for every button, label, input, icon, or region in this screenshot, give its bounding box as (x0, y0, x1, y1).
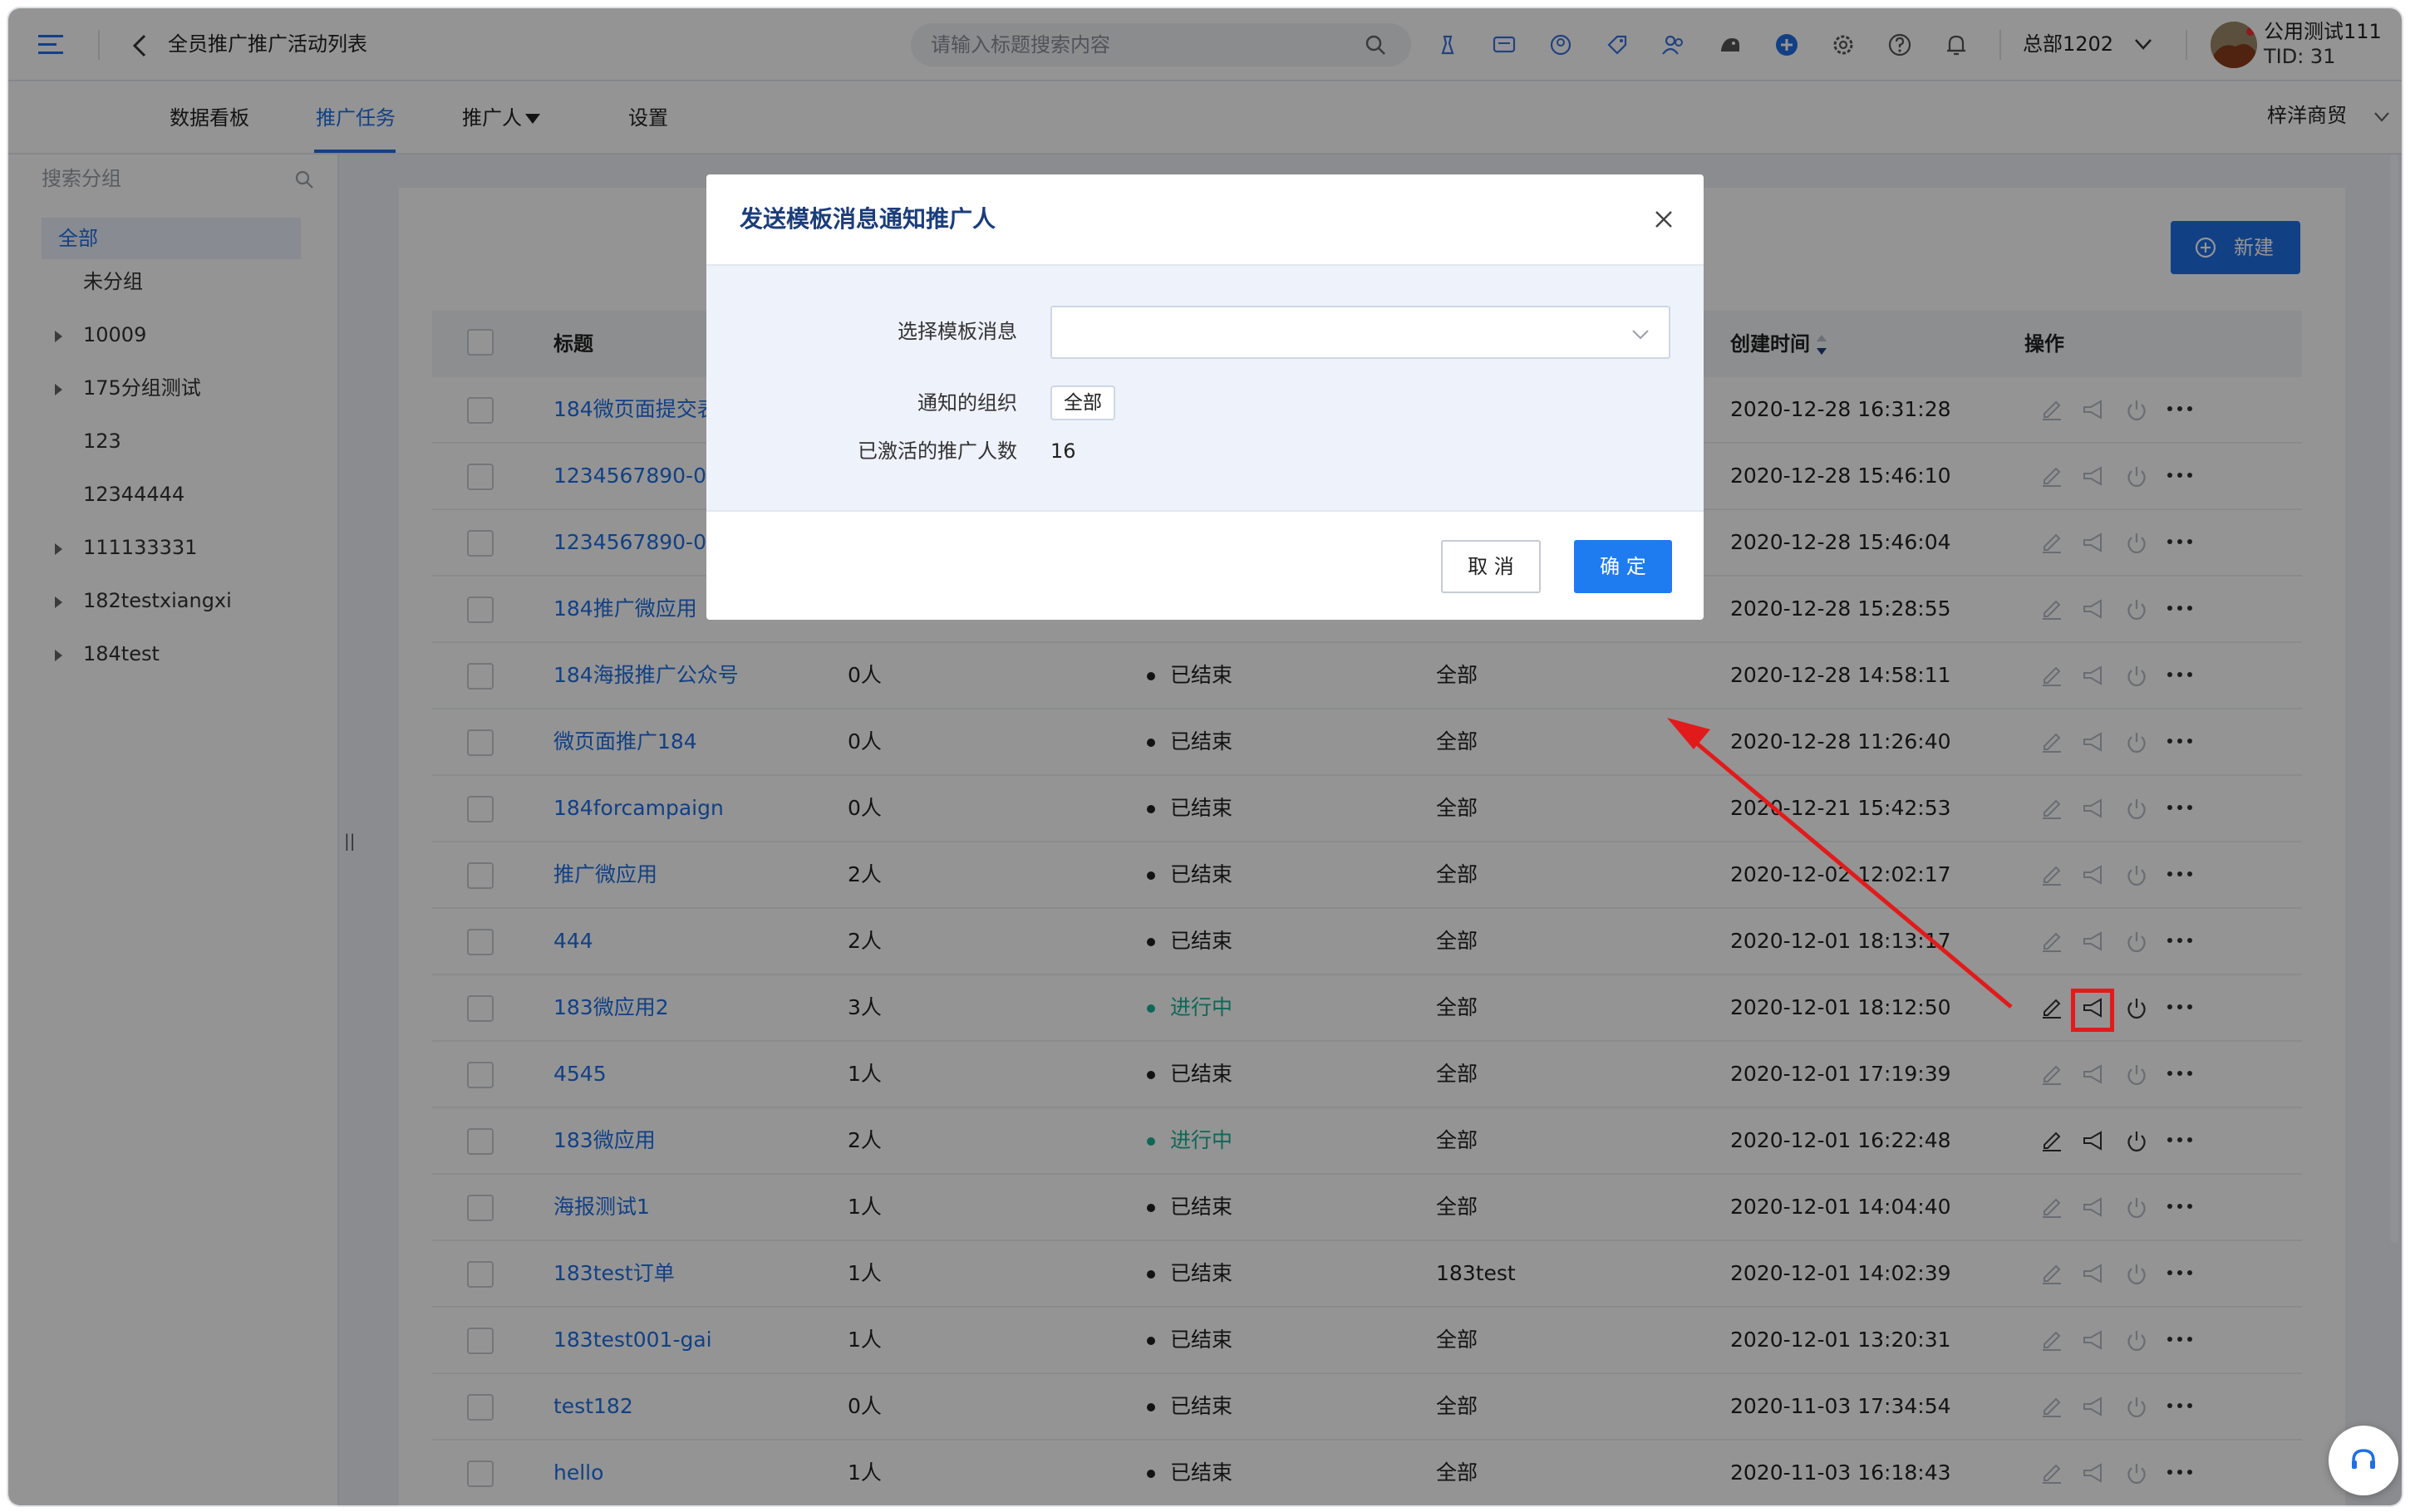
active-promoters-label: 已激活的推广人数 (858, 439, 1017, 463)
template-field-label: 选择模板消息 (898, 320, 1017, 343)
org-field-label: 通知的组织 (917, 391, 1017, 415)
cancel-button[interactable]: 取 消 (1441, 540, 1541, 593)
close-icon[interactable] (1652, 208, 1675, 231)
chevron-down-icon[interactable] (1630, 324, 1650, 344)
notify-modal: 发送模板消息通知推广人 选择模板消息 通知的组织 全部 已激活的推广人数 16 … (706, 174, 1704, 620)
template-select[interactable] (1050, 306, 1670, 359)
org-chip: 全部 (1050, 385, 1115, 420)
modal-body: 选择模板消息 通知的组织 全部 已激活的推广人数 16 (706, 264, 1704, 512)
confirm-button[interactable]: 确 定 (1574, 540, 1672, 593)
active-promoters-count: 16 (1050, 439, 1076, 463)
modal-title: 发送模板消息通知推广人 (740, 205, 996, 233)
annotation-highlight-box (2071, 989, 2114, 1032)
headset-icon (2352, 1449, 2375, 1469)
page-scrollbar[interactable] (2390, 155, 2398, 1243)
app-window: 全员推广推广活动列表 总部1202 公用测试111 TID: 31 数据看板 推… (8, 8, 2402, 1505)
support-button[interactable] (2329, 1426, 2398, 1495)
